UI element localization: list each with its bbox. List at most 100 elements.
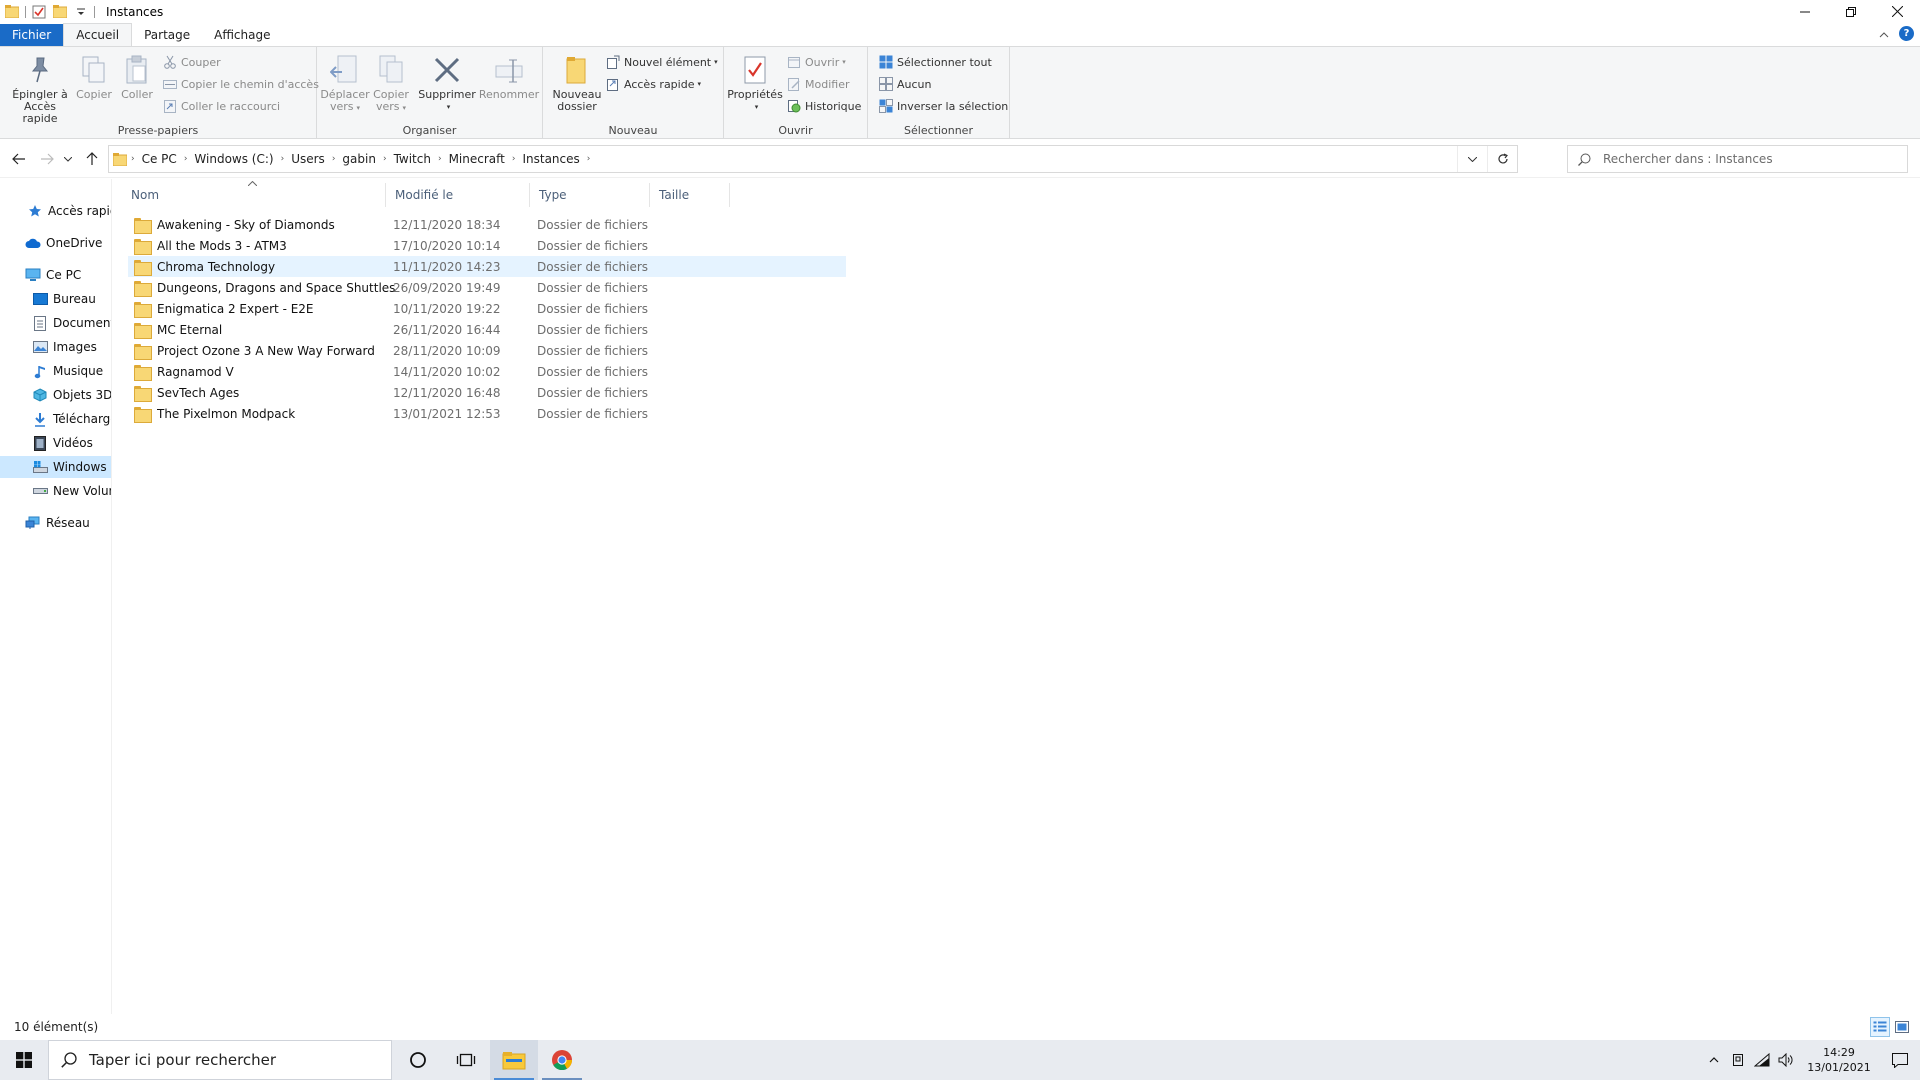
chevron-right-icon[interactable]: › bbox=[512, 154, 516, 164]
nav-videos[interactable]: Vidéos bbox=[0, 432, 111, 454]
easy-access-button[interactable]: Accès rapide ▾ bbox=[605, 75, 701, 93]
breadcrumb-users[interactable]: Users bbox=[291, 152, 325, 166]
nav-network[interactable]: Réseau bbox=[0, 512, 111, 534]
recent-locations-button[interactable] bbox=[62, 150, 74, 168]
chevron-right-icon[interactable]: › bbox=[587, 154, 591, 164]
copy-button[interactable]: Copier bbox=[76, 53, 112, 101]
table-row[interactable]: Enigmatica 2 Expert - E2E 10/11/2020 19:… bbox=[128, 298, 846, 319]
collapse-ribbon-icon[interactable] bbox=[1879, 27, 1889, 41]
nav-documents[interactable]: Documents bbox=[0, 312, 111, 334]
nav-quick-access[interactable]: Accès rapide bbox=[0, 200, 111, 222]
edit-button[interactable]: Modifier bbox=[786, 75, 849, 93]
column-header-size[interactable]: Taille bbox=[650, 183, 730, 207]
nav-downloads[interactable]: Téléchargements bbox=[0, 408, 111, 430]
tab-view[interactable]: Affichage bbox=[202, 24, 282, 46]
large-icons-view-icon[interactable] bbox=[1892, 1017, 1912, 1037]
search-input[interactable]: Rechercher dans : Instances bbox=[1567, 145, 1908, 173]
tab-share[interactable]: Partage bbox=[132, 24, 202, 46]
table-row[interactable]: SevTech Ages 12/11/2020 16:48 Dossier de… bbox=[128, 382, 846, 403]
file-name: Enigmatica 2 Expert - E2E bbox=[157, 301, 314, 316]
copy-path-button[interactable]: Copier le chemin d'accès bbox=[162, 75, 319, 93]
paste-shortcut-icon bbox=[162, 98, 178, 114]
nav-3d-objects[interactable]: Objets 3D bbox=[0, 384, 111, 406]
start-button[interactable] bbox=[0, 1040, 48, 1080]
ribbon: Épingler à Accès rapide Copier Coller Co… bbox=[0, 46, 1920, 139]
nav-drive-c[interactable]: Windows (C:) bbox=[0, 456, 111, 478]
breadcrumb-twitch[interactable]: Twitch bbox=[394, 152, 431, 166]
breadcrumb-drive-c[interactable]: Windows (C:) bbox=[194, 152, 273, 166]
taskbar-search-input[interactable]: Taper ici pour rechercher bbox=[48, 1040, 392, 1080]
rename-button[interactable]: Renommer bbox=[479, 53, 539, 101]
open-button[interactable]: Ouvrir ▾ bbox=[786, 53, 846, 71]
chevron-right-icon[interactable]: › bbox=[332, 154, 336, 164]
cortana-icon[interactable] bbox=[394, 1040, 442, 1080]
tab-file[interactable]: Fichier bbox=[0, 24, 64, 46]
task-view-icon[interactable] bbox=[442, 1040, 490, 1080]
chrome-taskbar-icon[interactable] bbox=[538, 1040, 586, 1080]
nav-desktop[interactable]: Bureau bbox=[0, 288, 111, 310]
up-button[interactable] bbox=[82, 150, 102, 168]
copy-to-button[interactable]: Copier vers ▾ bbox=[369, 53, 413, 114]
nav-music[interactable]: Musique bbox=[0, 360, 111, 382]
nav-new-volume[interactable]: New Volume bbox=[0, 480, 111, 502]
breadcrumb-instances[interactable]: Instances bbox=[522, 152, 579, 166]
breadcrumb-this-pc[interactable]: Ce PC bbox=[142, 152, 177, 166]
select-all-button[interactable]: Sélectionner tout bbox=[878, 53, 992, 71]
nav-this-pc[interactable]: Ce PC bbox=[0, 264, 111, 286]
new-folder-button[interactable]: Nouveau dossier bbox=[551, 53, 603, 113]
history-button[interactable]: Historique bbox=[786, 97, 861, 115]
new-item-button[interactable]: Nouvel élément ▾ bbox=[605, 53, 718, 71]
wifi-icon[interactable] bbox=[1750, 1040, 1774, 1080]
forward-button[interactable] bbox=[37, 150, 57, 168]
table-row[interactable]: Dungeons, Dragons and Space Shuttles 26/… bbox=[128, 277, 846, 298]
new-folder-icon[interactable] bbox=[52, 4, 68, 20]
address-bar[interactable]: › Ce PC › Windows (C:) › Users › gabin ›… bbox=[108, 145, 1518, 173]
cut-button[interactable]: Couper bbox=[162, 53, 221, 71]
details-view-icon[interactable] bbox=[1870, 1017, 1890, 1037]
refresh-icon[interactable] bbox=[1487, 146, 1517, 172]
chevron-right-icon[interactable]: › bbox=[184, 154, 188, 164]
back-button[interactable] bbox=[9, 150, 29, 168]
file-name: SevTech Ages bbox=[157, 385, 240, 400]
select-none-button[interactable]: Aucun bbox=[878, 75, 932, 93]
close-button[interactable] bbox=[1874, 0, 1920, 23]
restore-button[interactable] bbox=[1828, 0, 1874, 23]
column-header-modified[interactable]: Modifié le bbox=[386, 183, 530, 207]
column-header-type[interactable]: Type bbox=[530, 183, 650, 207]
table-row[interactable]: The Pixelmon Modpack 13/01/2021 12:53 Do… bbox=[128, 403, 846, 424]
tab-home[interactable]: Accueil bbox=[63, 23, 133, 46]
invert-selection-button[interactable]: Inverser la sélection bbox=[878, 97, 1008, 115]
breadcrumb-minecraft[interactable]: Minecraft bbox=[449, 152, 505, 166]
chevron-right-icon[interactable]: › bbox=[281, 154, 285, 164]
pin-quick-access-button[interactable]: Épingler à Accès rapide bbox=[6, 53, 74, 125]
nav-pictures[interactable]: Images bbox=[0, 336, 111, 358]
paste-button[interactable]: Coller bbox=[117, 53, 157, 101]
minimize-button[interactable] bbox=[1782, 0, 1828, 23]
help-icon[interactable]: ? bbox=[1899, 26, 1914, 41]
chevron-right-icon[interactable]: › bbox=[438, 154, 442, 164]
file-explorer-taskbar-icon[interactable] bbox=[490, 1040, 538, 1080]
volume-icon[interactable] bbox=[1774, 1040, 1798, 1080]
chevron-right-icon[interactable]: › bbox=[383, 154, 387, 164]
breadcrumb-gabin[interactable]: gabin bbox=[342, 152, 376, 166]
chevron-right-icon[interactable]: › bbox=[131, 154, 135, 164]
device-icon[interactable] bbox=[1726, 1040, 1750, 1080]
customize-toolbar-icon[interactable] bbox=[73, 4, 89, 20]
table-row[interactable]: MC Eternal 26/11/2020 16:44 Dossier de f… bbox=[128, 319, 846, 340]
address-history-dropdown[interactable] bbox=[1457, 146, 1487, 172]
properties-icon[interactable] bbox=[31, 4, 47, 20]
show-hidden-icons-icon[interactable] bbox=[1702, 1040, 1726, 1080]
delete-button[interactable]: Supprimer ▾ bbox=[418, 53, 476, 113]
table-row[interactable]: Chroma Technology 11/11/2020 14:23 Dossi… bbox=[128, 256, 846, 277]
table-row[interactable]: All the Mods 3 - ATM3 17/10/2020 10:14 D… bbox=[128, 235, 846, 256]
table-row[interactable]: Project Ozone 3 A New Way Forward 28/11/… bbox=[128, 340, 846, 361]
table-row[interactable]: Awakening - Sky of Diamonds 12/11/2020 1… bbox=[128, 214, 846, 235]
nav-onedrive[interactable]: OneDrive bbox=[0, 232, 111, 254]
clock[interactable]: 14:29 13/01/2021 bbox=[1804, 1045, 1874, 1075]
notification-center-icon[interactable] bbox=[1880, 1040, 1920, 1080]
column-header-name[interactable]: Nom bbox=[122, 183, 386, 207]
properties-button[interactable]: Propriétés ▾ bbox=[727, 53, 783, 113]
table-row[interactable]: Ragnamod V 14/11/2020 10:02 Dossier de f… bbox=[128, 361, 846, 382]
move-to-button[interactable]: Déplacer vers ▾ bbox=[320, 53, 370, 114]
paste-shortcut-button[interactable]: Coller le raccourci bbox=[162, 97, 280, 115]
